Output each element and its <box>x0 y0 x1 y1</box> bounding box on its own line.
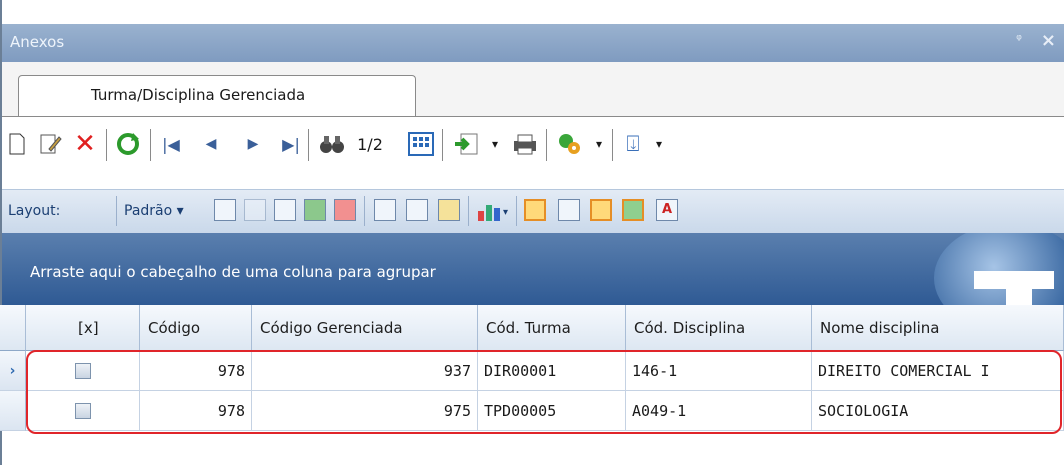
previous-record-icon[interactable]: ◀ <box>198 130 224 158</box>
column-chooser-icon[interactable] <box>374 199 396 221</box>
layout-export-icon[interactable] <box>304 199 326 221</box>
record-position: 1/2 <box>357 134 383 154</box>
tools-icon[interactable] <box>554 130 586 158</box>
svg-text:▾: ▾ <box>503 207 508 218</box>
toolbar-separator <box>546 129 547 161</box>
filter-icon[interactable]: ⍗ <box>618 130 648 158</box>
chart-icon[interactable]: ▾ <box>476 196 512 226</box>
layout-delete-icon[interactable] <box>244 199 266 221</box>
filter-dropdown-icon[interactable]: ▾ <box>652 130 666 158</box>
grid-view-icon[interactable] <box>406 130 436 158</box>
format-rules-icon[interactable] <box>438 199 460 221</box>
new-record-icon[interactable] <box>4 130 30 158</box>
print-icon[interactable] <box>510 130 540 158</box>
binoculars-icon[interactable] <box>318 130 346 158</box>
last-record-icon[interactable]: ▶| <box>278 130 304 158</box>
column-header-cod-turma[interactable]: Cód. Turma <box>478 305 626 351</box>
toolbar-separator <box>612 129 613 161</box>
refresh-icon[interactable] <box>112 130 144 158</box>
layout-save-icon[interactable] <box>214 199 236 221</box>
row-indicator-header <box>0 305 26 351</box>
toolbar-separator <box>442 129 443 161</box>
column-header-nome-disciplina[interactable]: Nome disciplina <box>812 305 1064 351</box>
import-icon[interactable] <box>450 130 482 158</box>
show-footer-icon[interactable] <box>622 199 644 221</box>
current-row-indicator-icon: › <box>0 351 26 391</box>
record-toolbar: ✕ |◀ ◀ ▶ ▶| 1/2 ▾ ▾ ⍗ ▾ <box>2 117 1064 189</box>
layout-label: Layout: <box>8 203 61 219</box>
cell-cod-turma[interactable]: DIR00001 <box>478 351 626 391</box>
toolbar-separator <box>106 129 107 161</box>
cell-cod-turma[interactable]: TPD00005 <box>478 391 626 431</box>
close-icon[interactable]: × <box>1041 30 1056 51</box>
tools-dropdown-icon[interactable]: ▾ <box>592 130 606 158</box>
row-select-cell[interactable] <box>26 391 140 431</box>
window-title: Anexos <box>10 33 65 51</box>
column-header-select[interactable]: [x] <box>26 305 140 351</box>
font-icon[interactable]: A <box>656 199 678 221</box>
pin-icon[interactable]: ᵠ <box>1016 32 1022 48</box>
tab-label: Turma/Disciplina Gerenciada <box>91 86 306 104</box>
show-filter-row-icon[interactable] <box>558 199 580 221</box>
column-header-cod-disciplina[interactable]: Cód. Disciplina <box>626 305 812 351</box>
layout-columns-icon[interactable] <box>274 199 296 221</box>
show-group-panel-icon[interactable] <box>524 199 546 221</box>
summary-icon[interactable] <box>406 199 428 221</box>
logo-stem <box>1006 285 1032 305</box>
toolbar-separator <box>516 196 517 226</box>
row-select-cell[interactable] <box>26 351 140 391</box>
toolbar-separator <box>116 196 117 226</box>
column-header-codigo[interactable]: Código <box>140 305 252 351</box>
cell-codigo-gerenciada[interactable]: 937 <box>252 351 478 391</box>
column-header-codigo-gerenciada[interactable]: Código Gerenciada <box>252 305 478 351</box>
table-row[interactable]: › 978 937 DIR00001 146-1 DIREITO COMERCI… <box>0 351 1064 391</box>
first-record-icon[interactable]: |◀ <box>158 130 184 158</box>
cell-codigo-gerenciada[interactable]: 975 <box>252 391 478 431</box>
import-dropdown-icon[interactable]: ▾ <box>488 130 502 158</box>
show-header-icon[interactable] <box>590 199 612 221</box>
toolbar-separator <box>308 129 309 161</box>
cell-cod-disciplina[interactable]: A049-1 <box>626 391 812 431</box>
table-row[interactable]: 978 975 TPD00005 A049-1 SOCIOLOGIA <box>0 391 1064 431</box>
row-checkbox[interactable] <box>74 402 91 419</box>
cell-cod-disciplina[interactable]: 146-1 <box>626 351 812 391</box>
next-record-icon[interactable]: ▶ <box>240 130 266 158</box>
toolbar-separator <box>468 196 469 226</box>
edit-record-icon[interactable] <box>36 130 66 158</box>
cell-nome-disciplina[interactable]: DIREITO COMERCIAL I <box>812 351 1064 391</box>
layout-import-icon[interactable] <box>334 199 356 221</box>
delete-record-icon[interactable]: ✕ <box>70 129 100 159</box>
row-checkbox[interactable] <box>74 362 91 379</box>
cell-nome-disciplina[interactable]: SOCIOLOGIA <box>812 391 1064 431</box>
cell-codigo[interactable]: 978 <box>140 351 252 391</box>
tab-strip: Turma/Disciplina Gerenciada <box>2 62 1064 116</box>
globe-logo-icon <box>934 233 1064 305</box>
cell-codigo[interactable]: 978 <box>140 391 252 431</box>
row-indicator <box>0 391 26 431</box>
toolbar-separator <box>364 196 365 226</box>
tab-turma-disciplina[interactable]: Turma/Disciplina Gerenciada <box>18 75 416 116</box>
group-panel[interactable]: Arraste aqui o cabeçalho de uma coluna p… <box>2 233 1064 305</box>
layout-preset-dropdown[interactable]: Padrão ▾ <box>124 196 184 226</box>
layout-toolbar: Layout: Padrão ▾ ▾ A <box>2 189 1064 234</box>
toolbar-separator <box>150 129 151 161</box>
group-panel-hint: Arraste aqui o cabeçalho de uma coluna p… <box>30 263 436 281</box>
title-bar: Anexos ᵠ × <box>2 24 1064 62</box>
